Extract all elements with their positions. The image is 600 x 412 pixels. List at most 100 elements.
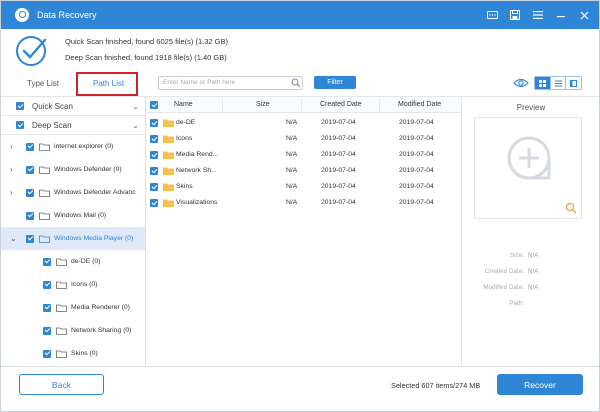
folder-icon <box>163 199 174 207</box>
folder-icon <box>163 167 174 175</box>
file-size: N/A <box>286 199 298 206</box>
minimize-icon[interactable] <box>554 8 568 22</box>
tree-item[interactable]: › Windows Defender (0) <box>1 158 145 181</box>
file-name: Media Rend... <box>176 151 219 158</box>
tree-item-label: Windows Defender Advanc <box>54 189 136 196</box>
folder-outline-icon <box>56 304 67 312</box>
table-row[interactable]: Media Rend... N/A 2019-07-04 2019-07-04 <box>146 147 461 163</box>
tree-item-selected[interactable]: ⌄ Windows Media Player (0) <box>1 227 145 250</box>
tree-child-item[interactable]: Icons (0) <box>1 273 145 296</box>
path-list-highlight <box>76 72 138 96</box>
scan-summary: Quick Scan finished, found 6025 file(s) … <box>1 29 599 71</box>
tree-item[interactable]: Windows Mail (0) <box>1 204 145 227</box>
preview-panel: Preview Size: N/A Created Date: N/A Modi… <box>461 96 599 366</box>
checkbox[interactable] <box>43 326 51 335</box>
column-modified-date[interactable]: Modified Date <box>398 101 441 108</box>
folder-outline-icon <box>39 143 50 151</box>
checkbox[interactable] <box>150 199 158 207</box>
recover-button[interactable]: Recover <box>497 374 583 395</box>
table-row[interactable]: Network Sh... N/A 2019-07-04 2019-07-04 <box>146 163 461 179</box>
checkbox[interactable] <box>26 211 34 220</box>
folder-outline-icon <box>56 327 67 335</box>
preview-area <box>474 117 582 219</box>
table-row[interactable]: Visualizations N/A 2019-07-04 2019-07-04 <box>146 195 461 211</box>
column-created-date[interactable]: Created Date <box>320 101 362 108</box>
checkbox[interactable] <box>43 280 51 289</box>
quick-scan-section[interactable]: Quick Scan ⌄ <box>1 97 145 116</box>
table-row[interactable]: Skins N/A 2019-07-04 2019-07-04 <box>146 179 461 195</box>
list-view-icon[interactable] <box>551 77 567 89</box>
checkbox[interactable] <box>150 167 158 175</box>
close-icon[interactable] <box>577 8 591 22</box>
checkbox[interactable] <box>150 183 158 191</box>
tree-item-label: Icons (0) <box>71 281 98 288</box>
checkbox[interactable] <box>26 142 34 151</box>
tab-type-list[interactable]: Type List <box>27 79 59 88</box>
table-row[interactable]: de-DE N/A 2019-07-04 2019-07-04 <box>146 115 461 131</box>
checkbox[interactable] <box>26 188 34 197</box>
checkbox[interactable] <box>16 121 24 129</box>
folder-icon <box>163 119 174 127</box>
preview-eye-icon[interactable] <box>513 77 529 89</box>
folder-outline-icon <box>56 258 67 266</box>
deep-scan-section[interactable]: Deep Scan ⌄ <box>1 116 145 135</box>
folder-icon <box>163 135 174 143</box>
column-name[interactable]: Name <box>174 101 193 108</box>
tree-item[interactable]: › internet explorer (0) <box>1 135 145 158</box>
folder-outline-icon <box>39 235 50 243</box>
search-input[interactable]: Enter Name or Path here <box>158 76 303 90</box>
chevron-right-icon[interactable]: › <box>10 142 13 151</box>
checkbox[interactable] <box>16 102 24 110</box>
detail-view-icon[interactable] <box>566 77 581 89</box>
checkbox[interactable] <box>150 135 158 143</box>
tree-item-label: de-DE (0) <box>71 258 101 265</box>
file-created: 2019-07-04 <box>321 199 356 206</box>
checkbox[interactable] <box>150 151 158 159</box>
tree-item-label: internet explorer (0) <box>54 143 114 150</box>
checkbox[interactable] <box>43 303 51 312</box>
filter-button[interactable]: Filter <box>314 76 356 89</box>
chevron-right-icon[interactable]: › <box>10 188 13 197</box>
checkbox[interactable] <box>26 165 34 174</box>
grid-view-icon[interactable] <box>535 77 551 89</box>
chevron-down-icon[interactable]: ⌄ <box>132 121 139 130</box>
tree-child-item[interactable]: de-DE (0) <box>1 250 145 273</box>
file-name: de-DE <box>176 119 196 126</box>
search-icon[interactable] <box>291 78 301 88</box>
column-size[interactable]: Size <box>256 101 270 108</box>
folder-outline-icon <box>39 212 50 220</box>
feedback-icon[interactable] <box>485 8 499 22</box>
tree-item[interactable]: › Windows Defender Advanc <box>1 181 145 204</box>
checkbox[interactable] <box>150 119 158 127</box>
back-button[interactable]: Back <box>19 374 104 395</box>
file-table: Name Size Created Date Modified Date de-… <box>146 96 461 366</box>
select-all-checkbox[interactable] <box>150 101 158 109</box>
menu-icon[interactable] <box>531 8 545 22</box>
file-modified: 2019-07-04 <box>399 135 434 142</box>
chevron-right-icon[interactable]: › <box>10 165 13 174</box>
save-icon[interactable] <box>508 8 522 22</box>
tree-child-item[interactable]: Media Renderer (0) <box>1 296 145 319</box>
chevron-down-icon[interactable]: ⌄ <box>10 234 17 243</box>
window-title: Data Recovery <box>37 10 97 20</box>
tree-child-item[interactable]: Skins (0) <box>1 342 145 365</box>
folder-icon <box>163 183 174 191</box>
meta-modified-label: Modified Date: <box>483 284 524 291</box>
folder-outline-icon <box>39 189 50 197</box>
meta-created-label: Created Date: <box>484 268 524 275</box>
preview-placeholder-icon <box>507 136 551 180</box>
meta-size-label: Size: <box>510 252 524 259</box>
zoom-icon[interactable] <box>565 202 577 214</box>
file-name: Network Sh... <box>176 167 217 174</box>
file-created: 2019-07-04 <box>321 183 356 190</box>
checkbox[interactable] <box>26 234 34 243</box>
chevron-down-icon[interactable]: ⌄ <box>132 102 139 111</box>
tree-child-item[interactable]: Network Sharing (0) <box>1 319 145 342</box>
table-row[interactable]: Icons N/A 2019-07-04 2019-07-04 <box>146 131 461 147</box>
app-logo-icon <box>15 8 29 22</box>
title-bar: Data Recovery <box>1 1 599 29</box>
quick-scan-label: Quick Scan <box>32 101 73 111</box>
checkbox[interactable] <box>43 257 51 266</box>
checkbox[interactable] <box>43 349 51 358</box>
file-name: Skins <box>176 183 193 190</box>
